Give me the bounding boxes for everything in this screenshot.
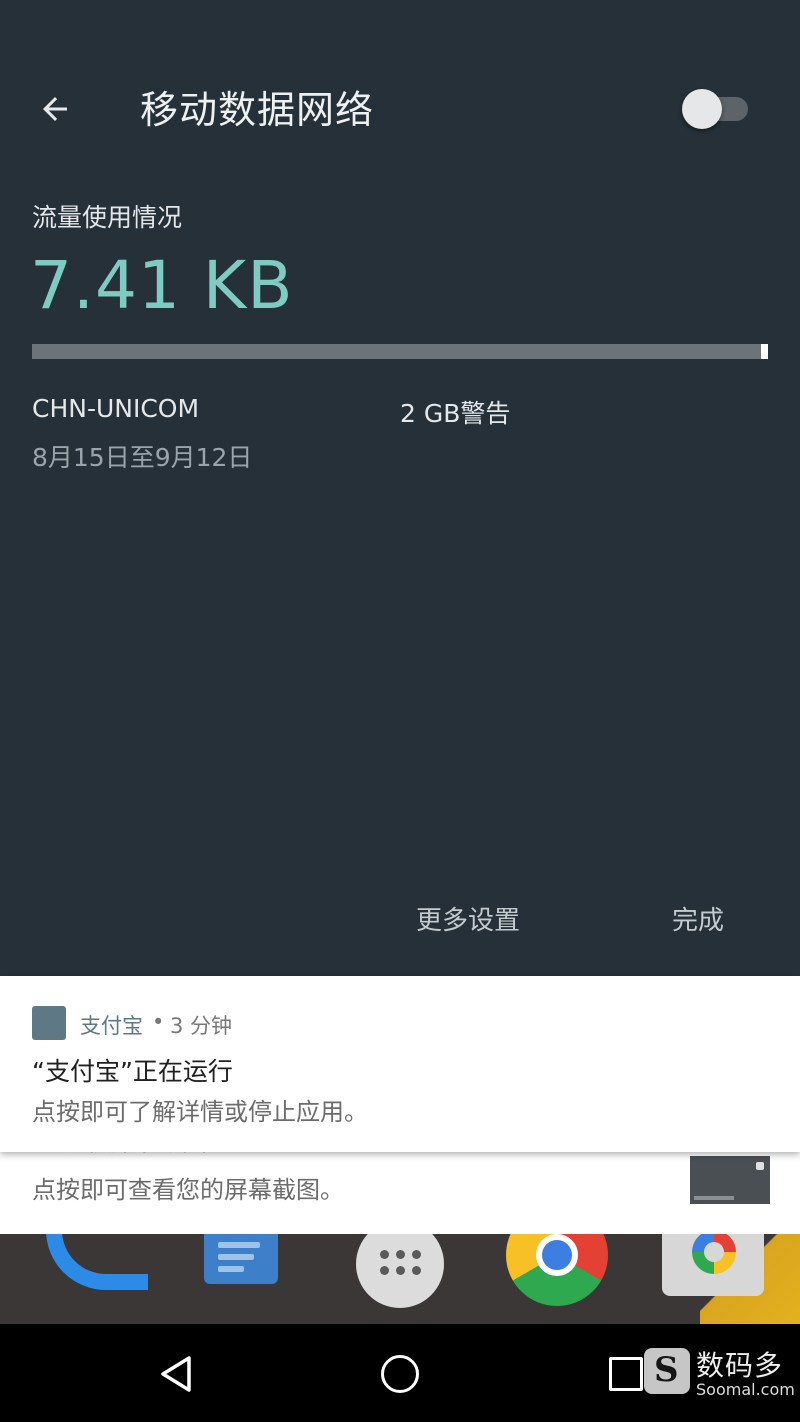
home-dock [0, 1234, 800, 1324]
back-triangle-icon [161, 1356, 191, 1392]
notification-app-name: 支付宝 [80, 1014, 143, 1038]
toggle-thumb [682, 89, 722, 129]
drawer-dot [396, 1250, 405, 1259]
billing-period: 8月15日至9月12日 [32, 443, 253, 472]
drawer-dot [380, 1250, 389, 1259]
screenshot-notification-text: 点按即可查看您的屏幕截图。 [32, 1176, 344, 1204]
nav-home-button[interactable] [364, 1338, 436, 1410]
drawer-dot [396, 1266, 405, 1275]
back-button[interactable] [26, 80, 84, 138]
watermark-name-en: Soomal.com [696, 1380, 795, 1399]
carrier-name: CHN-UNICOM [32, 394, 200, 423]
alipay-app-icon [32, 1006, 66, 1040]
warning-limit: 2 GB警告 [400, 399, 511, 428]
soomal-logo-icon [644, 1348, 690, 1394]
messages-icon-line [218, 1266, 244, 1272]
more-settings-button[interactable]: 更多设置 [406, 896, 530, 941]
nav-back-button[interactable] [140, 1338, 212, 1410]
thumbnail-toggle [756, 1162, 764, 1170]
chrome-icon-center [536, 1234, 578, 1276]
usage-amount: 7.41 KB [30, 247, 294, 324]
notification-time: 3 分钟 [170, 1014, 233, 1038]
notification-separator: • [152, 1010, 165, 1034]
drawer-dot [380, 1266, 389, 1275]
alipay-notification[interactable]: 支付宝 • 3 分钟 “支付宝”正在运行 点按即可了解详情或停止应用。 [0, 976, 800, 1152]
camera-lens [692, 1234, 736, 1274]
usage-warning-marker [761, 344, 768, 359]
drawer-dot [412, 1250, 421, 1259]
screenshot-notification[interactable]: 已抓取屏幕截图。 点按即可查看您的屏幕截图。 [0, 1142, 800, 1234]
messages-icon-line [218, 1254, 254, 1260]
watermark-name-cn: 数码多 [696, 1349, 784, 1382]
thumbnail-bar [694, 1196, 734, 1200]
soomal-watermark: 数码多 Soomal.com [644, 1348, 795, 1402]
screenshot-thumbnail [690, 1156, 770, 1204]
usage-label: 流量使用情况 [32, 203, 183, 232]
data-usage-panel: 移动数据网络 流量使用情况 7.41 KB CHN-UNICOM 2 GB警告 … [0, 0, 800, 976]
arrow-back-icon [43, 97, 67, 121]
notification-text: 点按即可了解详情或停止应用。 [32, 1098, 368, 1126]
mobile-data-toggle[interactable] [680, 88, 750, 130]
done-button[interactable]: 完成 [662, 896, 734, 941]
messages-icon-line [218, 1242, 260, 1248]
chrome-icon[interactable] [506, 1234, 608, 1306]
usage-progress-bar [32, 344, 768, 359]
messages-icon[interactable] [204, 1234, 278, 1284]
notification-title: “支付宝”正在运行 [32, 1057, 233, 1086]
camera-icon[interactable] [662, 1234, 764, 1296]
page-title: 移动数据网络 [140, 88, 375, 132]
phone-icon[interactable] [36, 1234, 148, 1304]
app-drawer-icon[interactable] [356, 1234, 444, 1308]
home-circle-icon [381, 1355, 419, 1393]
drawer-dot [412, 1266, 421, 1275]
recents-square-icon [609, 1357, 643, 1391]
